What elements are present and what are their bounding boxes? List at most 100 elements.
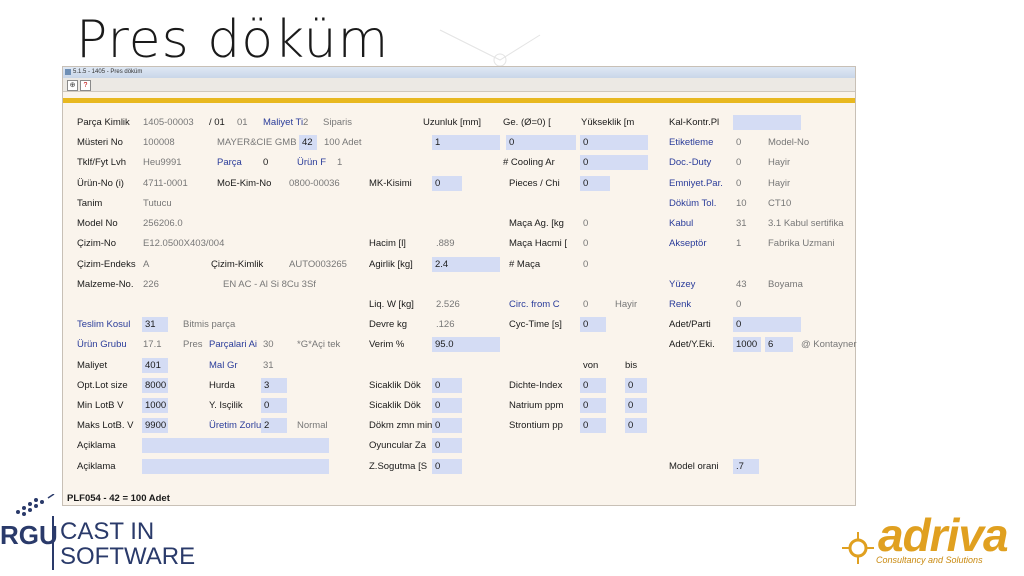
link-uretim-zorlu[interactable]: Üretim Zorlu — [209, 420, 261, 431]
field-uretim-zorlu[interactable]: 2 — [261, 418, 287, 433]
field-verim[interactable]: 95.0 — [432, 337, 500, 352]
label-cooling: # Cooling Ar — [503, 157, 555, 168]
field-opt-lot[interactable]: 8000 — [142, 378, 168, 393]
link-teslim-kosul[interactable]: Teslim Kosul — [77, 319, 130, 330]
field-adet-y-eki-2[interactable]: 6 — [765, 337, 793, 352]
value-cizim-no: E12.0500X403/004 — [143, 238, 225, 249]
label-y-iscilik: Y. Isçilik — [209, 400, 243, 411]
link-circ[interactable]: Circ. from C — [509, 299, 560, 310]
field-dichte-bis[interactable]: 0 — [625, 378, 647, 393]
field-maliyet[interactable]: 401 — [142, 358, 168, 373]
link-mal-gr[interactable]: Mal Gr — [209, 360, 238, 371]
field-model-orani[interactable]: .7 — [733, 459, 759, 474]
field-oyuncular[interactable]: 0 — [432, 438, 462, 453]
field-uzunluk[interactable]: 1 — [432, 135, 500, 150]
label-hurda: Hurda — [209, 380, 235, 391]
value-tklf: Heu9991 — [143, 157, 182, 168]
value-maliyet-ti-suffix: 2 — [303, 117, 309, 128]
value-parca: 0 — [263, 157, 269, 168]
window-title: 5.1.5 - 1405 - Pres döküm — [73, 69, 143, 75]
link-renk[interactable]: Renk — [669, 299, 691, 310]
label-devre-kg: Devre kg — [369, 319, 408, 330]
field-pieces[interactable]: 0 — [580, 176, 610, 191]
link-dokum-tol[interactable]: Döküm Tol. — [669, 198, 716, 209]
value-normal: Normal — [297, 420, 328, 431]
value-tanim: Tutucu — [143, 198, 172, 209]
link-akseptor[interactable]: Akseptör — [669, 238, 707, 249]
label-z-sogutma: Z.Sogutma [S — [369, 461, 428, 472]
zoom-button[interactable]: ⊕ — [67, 80, 78, 91]
field-musteri-qty[interactable]: 42 — [299, 135, 317, 150]
window-titlebar: 5.1.5 - 1405 - Pres döküm — [63, 67, 855, 78]
value-hayir-2: Hayir — [768, 178, 791, 189]
label-agirlik: Agirlik [kg] — [369, 259, 413, 270]
label-tklf-fyt-lvh: Tklf/Fyt Lvh — [77, 157, 127, 168]
field-natrium-bis[interactable]: 0 — [625, 398, 647, 413]
field-z-sogutma[interactable]: 0 — [432, 459, 462, 474]
field-natrium-von[interactable]: 0 — [580, 398, 606, 413]
value-urun-grubu: 17.1 — [143, 339, 162, 350]
link-parcalari-ai[interactable]: Parçalari Ai — [209, 339, 257, 350]
link-doc-duty[interactable]: Doc.-Duty — [669, 157, 711, 168]
value-cizim-kimlik: AUTO003265 — [289, 259, 347, 270]
label-von: von — [583, 360, 599, 371]
value-devre-kg: .126 — [436, 319, 455, 330]
value-teslim-desc: Bitmis parça — [183, 319, 236, 330]
field-sicaklik-2[interactable]: 0 — [432, 398, 462, 413]
field-hurda[interactable]: 3 — [261, 378, 287, 393]
link-urun-grubu[interactable]: Ürün Grubu — [77, 339, 127, 350]
field-dokm-zmn[interactable]: 0 — [432, 418, 462, 433]
label-min-lot: Min LotB V — [77, 400, 124, 411]
field-aciklama-1[interactable] — [142, 438, 329, 453]
value-akseptor: 1 — [736, 238, 742, 249]
label-model-orani: Model orani — [669, 461, 719, 472]
label-aciklama-2: Açiklama — [77, 461, 116, 472]
value-circ: 0 — [583, 299, 589, 310]
value-liq-w: 2.526 — [436, 299, 460, 310]
link-yuzey[interactable]: Yüzey — [669, 279, 695, 290]
logo-line-1: CAST IN — [60, 518, 155, 545]
field-strontium-von[interactable]: 0 — [580, 418, 606, 433]
link-parca[interactable]: Parça — [217, 157, 242, 168]
label-sicaklik-1: Sicaklik Dök — [369, 380, 421, 391]
field-mk-kisimi[interactable]: 0 — [432, 176, 462, 191]
field-kal-kontr[interactable] — [733, 115, 801, 130]
value-parca-kimlik-seq: 01 — [237, 117, 248, 128]
label-liq-w: Liq. W [kg] — [369, 299, 414, 310]
accent-bar — [63, 98, 855, 103]
field-cyc-time[interactable]: 0 — [580, 317, 606, 332]
field-sicaklik-1[interactable]: 0 — [432, 378, 462, 393]
field-adet-parti[interactable]: 0 — [733, 317, 801, 332]
field-yukseklik[interactable]: 0 — [580, 135, 648, 150]
label-urun-no: Ürün-No (i) — [77, 178, 124, 189]
link-kabul[interactable]: Kabul — [669, 218, 693, 229]
adriva-logo: adriva — [878, 509, 1009, 561]
value-adet: 100 Adet — [324, 137, 362, 148]
label-natrium: Natrium ppm — [509, 400, 564, 411]
field-y-iscilik[interactable]: 0 — [261, 398, 287, 413]
field-agirlik[interactable]: 2.4 — [432, 257, 500, 272]
link-emniyet[interactable]: Emniyet.Par. — [669, 178, 723, 189]
label-dichte: Dichte-Index — [509, 380, 563, 391]
field-adet-y-eki[interactable]: 1000 — [733, 337, 761, 352]
label-maliyet: Maliyet — [77, 360, 108, 371]
field-min-lot[interactable]: 1000 — [142, 398, 168, 413]
value-malzeme-no: 226 — [143, 279, 159, 290]
field-ge[interactable]: 0 — [506, 135, 576, 150]
field-dichte-von[interactable]: 0 — [580, 378, 606, 393]
label-maca-ag: Maça Ag. [kg — [509, 218, 564, 229]
field-aciklama-2[interactable] — [142, 459, 329, 474]
link-maliyet-ti[interactable]: Maliyet Ti — [263, 117, 303, 128]
field-cooling[interactable]: 0 — [580, 155, 648, 170]
label-maks-lot: Maks LotB. V — [77, 420, 134, 431]
link-etiketleme[interactable]: Etiketleme — [669, 137, 713, 148]
value-musteri-no: 100008 — [143, 137, 175, 148]
label-pieces: Pieces / Chi — [509, 178, 560, 189]
value-dokum-tol: 10 — [736, 198, 747, 209]
help-button[interactable]: ? — [80, 80, 91, 91]
link-urun-f[interactable]: Ürün F — [297, 157, 326, 168]
field-strontium-bis[interactable]: 0 — [625, 418, 647, 433]
field-teslim-kosul[interactable]: 31 — [142, 317, 168, 332]
value-parca-kimlik-rev: / 01 — [209, 117, 225, 128]
field-maks-lot[interactable]: 9900 — [142, 418, 168, 433]
